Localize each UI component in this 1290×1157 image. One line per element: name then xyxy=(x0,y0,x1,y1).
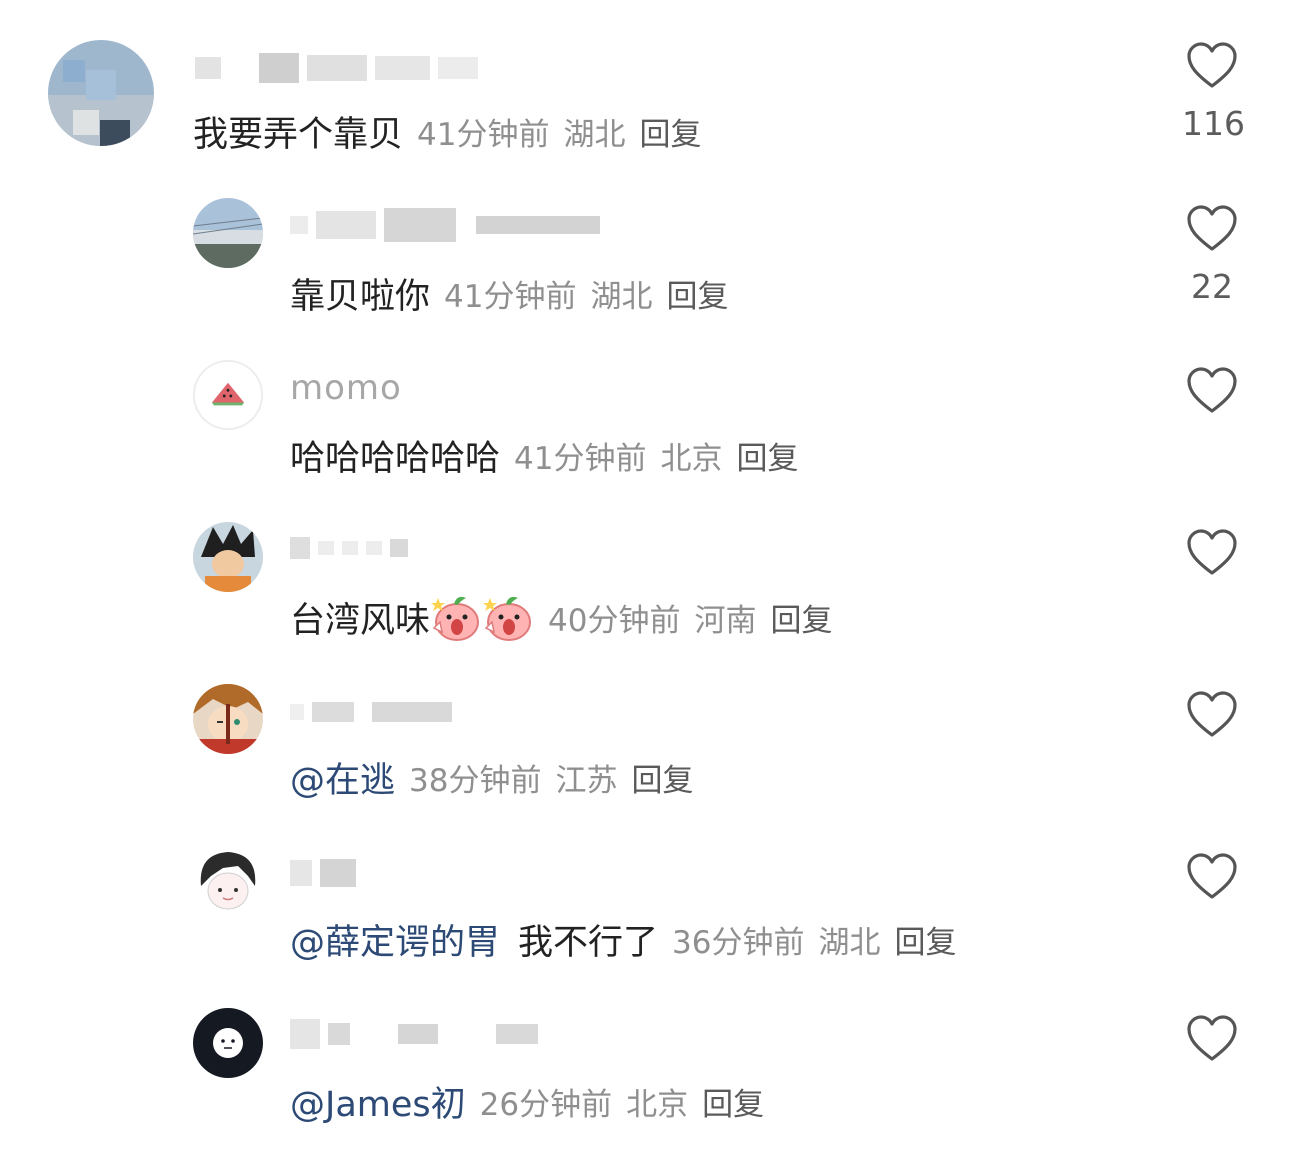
comment-line: 靠贝啦你 41分钟前 湖北 回复 xyxy=(290,268,728,318)
username-blurred[interactable] xyxy=(290,528,416,568)
comment-line: @薛定谔的胃 我不行了 36分钟前 湖北 回复 xyxy=(290,914,956,964)
avatar[interactable] xyxy=(193,360,263,430)
heart-outline-icon[interactable] xyxy=(1182,1015,1242,1063)
comment-line: 台湾风味 40分钟前 河南 回复 xyxy=(290,592,832,642)
reply-button[interactable]: 回复 xyxy=(666,271,728,316)
avatar[interactable] xyxy=(193,1008,263,1078)
reply-button[interactable]: 回复 xyxy=(736,433,798,478)
like-group xyxy=(1182,853,1242,901)
avatar[interactable] xyxy=(193,846,263,916)
location: 江苏 xyxy=(555,762,618,799)
mention-link[interactable]: @James初 xyxy=(290,1076,466,1127)
avatar[interactable] xyxy=(193,684,263,754)
username-blurred[interactable] xyxy=(290,205,608,245)
like-group: 116 xyxy=(1182,42,1245,143)
like-count: 116 xyxy=(1182,104,1245,143)
comment-text: 靠贝啦你 xyxy=(290,276,431,317)
username-blurred[interactable] xyxy=(195,48,486,88)
comment-line: 哈哈哈哈哈哈 41分钟前 北京 回复 xyxy=(290,430,798,480)
username-blurred[interactable] xyxy=(290,853,364,893)
avatar[interactable] xyxy=(193,522,263,592)
username-blurred[interactable] xyxy=(290,692,460,732)
timestamp: 38分钟前 xyxy=(409,762,542,799)
heart-outline-icon[interactable] xyxy=(1182,42,1242,90)
comment-line: @James初 26分钟前 北京 回复 xyxy=(290,1076,764,1126)
heart-outline-icon[interactable] xyxy=(1182,691,1242,739)
reply-button[interactable]: 回复 xyxy=(894,917,956,962)
peach-shock-emoji xyxy=(482,592,534,642)
like-count: 22 xyxy=(1191,267,1233,306)
avatar[interactable] xyxy=(193,198,263,268)
comment-line: @在逃 38分钟前 江苏 回复 xyxy=(290,752,693,802)
location: 湖北 xyxy=(563,116,626,153)
timestamp: 41分钟前 xyxy=(514,440,647,477)
peach-shock-emoji xyxy=(430,592,482,642)
location: 湖北 xyxy=(818,924,881,961)
reply-button[interactable]: 回复 xyxy=(770,595,832,640)
comment-text: 我要弄个靠贝 xyxy=(193,114,404,155)
reply-button[interactable]: 回复 xyxy=(631,755,693,800)
mention-link[interactable]: @薛定谔的胃 xyxy=(290,914,500,965)
timestamp: 41分钟前 xyxy=(444,278,577,315)
like-group: 22 xyxy=(1182,205,1242,306)
comment-text: 哈哈哈哈哈哈 xyxy=(290,438,501,479)
comment-line: 我要弄个靠贝 41分钟前 湖北 回复 xyxy=(193,106,701,156)
heart-outline-icon[interactable] xyxy=(1182,367,1242,415)
like-group xyxy=(1182,529,1242,577)
like-group xyxy=(1182,691,1242,739)
reply-button[interactable]: 回复 xyxy=(639,109,701,154)
like-group xyxy=(1182,367,1242,415)
mention-link[interactable]: @在逃 xyxy=(290,752,395,803)
heart-outline-icon[interactable] xyxy=(1182,529,1242,577)
avatar[interactable] xyxy=(48,40,154,146)
comment-text: 我不行了 xyxy=(518,922,659,963)
heart-outline-icon[interactable] xyxy=(1182,853,1242,901)
timestamp: 36分钟前 xyxy=(672,924,805,961)
username-blurred[interactable] xyxy=(290,1014,546,1054)
location: 湖北 xyxy=(590,278,653,315)
like-group xyxy=(1182,1015,1242,1063)
location: 北京 xyxy=(660,440,723,477)
timestamp: 26分钟前 xyxy=(479,1086,613,1123)
username[interactable]: momo xyxy=(290,368,402,408)
location: 北京 xyxy=(626,1086,689,1123)
timestamp: 41分钟前 xyxy=(417,116,550,153)
reply-button[interactable]: 回复 xyxy=(702,1079,764,1124)
timestamp: 40分钟前 xyxy=(548,602,681,639)
location: 河南 xyxy=(694,602,757,639)
heart-outline-icon[interactable] xyxy=(1182,205,1242,253)
comment-text: 台湾风味 xyxy=(290,600,431,641)
